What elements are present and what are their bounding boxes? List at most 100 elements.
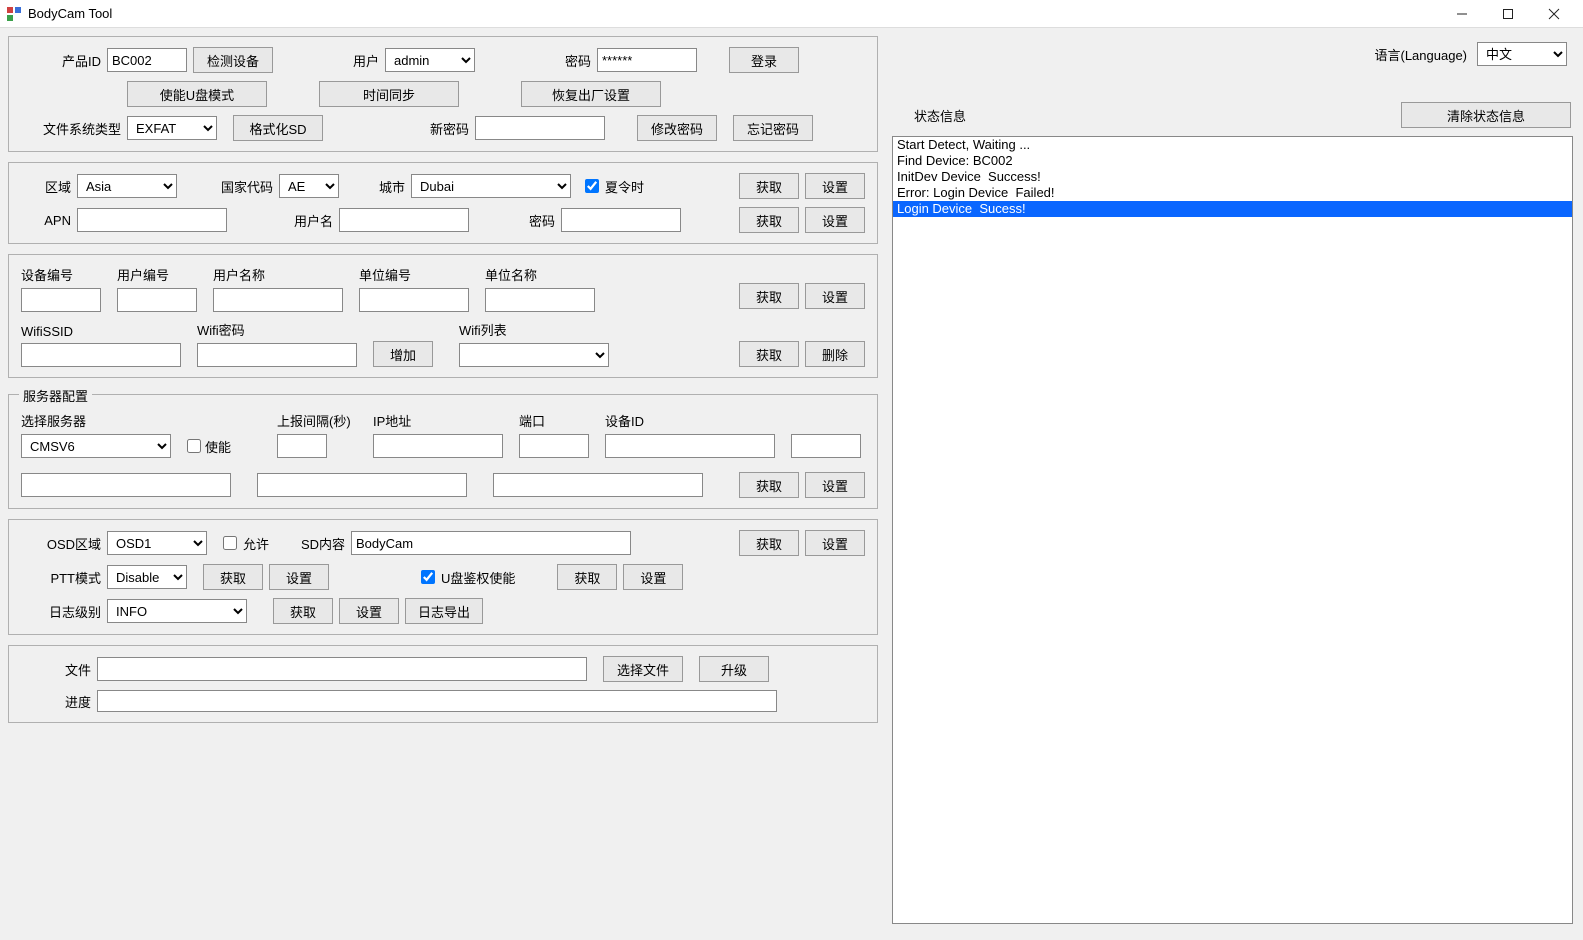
wifi-list-select[interactable] (459, 343, 609, 367)
wifi-get-button[interactable]: 获取 (739, 341, 799, 367)
time-sync-button[interactable]: 时间同步 (319, 81, 459, 107)
server-enable-checkbox[interactable] (187, 439, 201, 453)
log-get-button[interactable]: 获取 (273, 598, 333, 624)
server-port-input[interactable] (519, 434, 589, 458)
ptt-get-button[interactable]: 获取 (203, 564, 263, 590)
forget-pwd-button[interactable]: 忘记密码 (733, 115, 813, 141)
language-select[interactable]: 中文 (1477, 42, 1567, 66)
server-select[interactable]: CMSV6 (21, 434, 171, 458)
usb-mode-button[interactable]: 使能U盘模式 (127, 81, 267, 107)
file-input[interactable] (97, 657, 587, 681)
city-label: 城市 (355, 177, 405, 196)
osd-get-button[interactable]: 获取 (739, 530, 799, 556)
server-get-button[interactable]: 获取 (739, 472, 799, 498)
country-select[interactable]: AE (279, 174, 339, 198)
unit-name-label: 单位名称 (485, 265, 605, 284)
status-line[interactable]: Login Device Sucess! (893, 201, 1572, 217)
apn-set-button[interactable]: 设置 (805, 207, 865, 233)
panel-server: 服务器配置 选择服务器 CMSV6 使能 上报间隔(秒) IP地址 (8, 394, 878, 509)
login-button[interactable]: 登录 (729, 47, 799, 73)
region-set-button[interactable]: 设置 (805, 173, 865, 199)
log-set-button[interactable]: 设置 (339, 598, 399, 624)
osd-allow-checkbox[interactable] (223, 536, 237, 550)
fs-type-select[interactable]: EXFAT (127, 116, 217, 140)
usb-auth-get-button[interactable]: 获取 (557, 564, 617, 590)
ptt-label: PTT模式 (21, 568, 101, 587)
upgrade-button[interactable]: 升级 (699, 656, 769, 682)
factory-reset-button[interactable]: 恢复出厂设置 (521, 81, 661, 107)
wifi-pwd-input[interactable] (197, 343, 357, 367)
panel-device: 设备编号 用户编号 用户名称 单位编号 单位名称 (8, 254, 878, 378)
status-title: 状态信息 (914, 106, 966, 125)
server-interval-input[interactable] (277, 434, 327, 458)
osd-allow-label: 允许 (243, 534, 269, 553)
status-line[interactable]: Error: Login Device Failed! (893, 185, 1572, 201)
server-extra-input-3[interactable] (257, 473, 467, 497)
region-get-button[interactable]: 获取 (739, 173, 799, 199)
usb-auth-set-button[interactable]: 设置 (623, 564, 683, 590)
device-get-button[interactable]: 获取 (739, 283, 799, 309)
unit-no-input[interactable] (359, 288, 469, 312)
maximize-button[interactable] (1485, 0, 1531, 28)
user-no-label: 用户编号 (117, 265, 207, 284)
new-pwd-input[interactable] (475, 116, 605, 140)
wifi-ssid-label: WifiSSID (21, 324, 191, 339)
server-extra-input-2[interactable] (21, 473, 231, 497)
close-button[interactable] (1531, 0, 1577, 28)
user-name-label: 用户名称 (213, 265, 353, 284)
status-listbox[interactable]: Start Detect, Waiting ...Find Device: BC… (892, 136, 1573, 924)
status-line[interactable]: Start Detect, Waiting ... (893, 137, 1572, 153)
choose-file-button[interactable]: 选择文件 (603, 656, 683, 682)
wifi-list-label: Wifi列表 (459, 320, 619, 339)
log-export-button[interactable]: 日志导出 (405, 598, 483, 624)
unit-name-input[interactable] (485, 288, 595, 312)
detect-device-button[interactable]: 检测设备 (193, 47, 273, 73)
password-input[interactable] (597, 48, 697, 72)
unit-no-label: 单位编号 (359, 265, 479, 284)
user-select[interactable]: admin (385, 48, 475, 72)
server-select-label: 选择服务器 (21, 411, 181, 430)
status-line[interactable]: InitDev Device Success! (893, 169, 1572, 185)
osd-area-select[interactable]: OSD1 (107, 531, 207, 555)
wifi-ssid-input[interactable] (21, 343, 181, 367)
server-devid-input[interactable] (605, 434, 775, 458)
ptt-select[interactable]: Disable (107, 565, 187, 589)
clear-status-button[interactable]: 清除状态信息 (1401, 102, 1571, 128)
server-set-button[interactable]: 设置 (805, 472, 865, 498)
progress-bar (97, 690, 777, 712)
language-label: 语言(Language) (1375, 45, 1468, 64)
city-select[interactable]: Dubai (411, 174, 571, 198)
server-extra-input-4[interactable] (493, 473, 703, 497)
minimize-button[interactable] (1439, 0, 1485, 28)
apn-username-label: 用户名 (253, 211, 333, 230)
apn-get-button[interactable]: 获取 (739, 207, 799, 233)
user-no-input[interactable] (117, 288, 197, 312)
usb-auth-checkbox[interactable] (421, 570, 435, 584)
dev-no-input[interactable] (21, 288, 101, 312)
server-ip-input[interactable] (373, 434, 503, 458)
apn-input[interactable] (77, 208, 227, 232)
wifi-pwd-label: Wifi密码 (197, 320, 367, 339)
device-set-button[interactable]: 设置 (805, 283, 865, 309)
server-extra-input-1[interactable] (791, 434, 861, 458)
osd-set-button[interactable]: 设置 (805, 530, 865, 556)
product-id-label: 产品ID (21, 51, 101, 70)
password-label: 密码 (521, 51, 591, 70)
dev-no-label: 设备编号 (21, 265, 111, 284)
osd-content-input[interactable] (351, 531, 631, 555)
apn-username-input[interactable] (339, 208, 469, 232)
server-ip-label: IP地址 (373, 411, 513, 430)
user-name-input[interactable] (213, 288, 343, 312)
new-pwd-label: 新密码 (359, 119, 469, 138)
dst-checkbox[interactable] (585, 179, 599, 193)
format-sd-button[interactable]: 格式化SD (233, 115, 323, 141)
apn-pwd-input[interactable] (561, 208, 681, 232)
product-id-input[interactable] (107, 48, 187, 72)
log-level-select[interactable]: INFO (107, 599, 247, 623)
zone-select[interactable]: Asia (77, 174, 177, 198)
wifi-delete-button[interactable]: 删除 (805, 341, 865, 367)
change-pwd-button[interactable]: 修改密码 (637, 115, 717, 141)
status-line[interactable]: Find Device: BC002 (893, 153, 1572, 169)
wifi-add-button[interactable]: 增加 (373, 341, 433, 367)
ptt-set-button[interactable]: 设置 (269, 564, 329, 590)
